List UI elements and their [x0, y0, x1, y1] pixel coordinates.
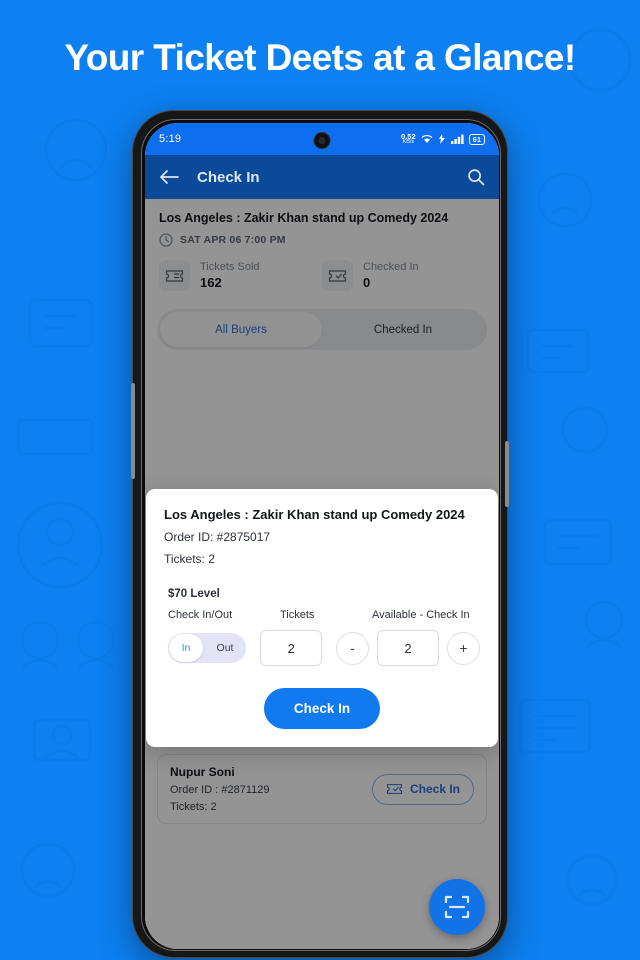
qr-scan-icon [444, 894, 470, 920]
phone-screen: 5:19 0.52 KB/s 61 Check In Los Angeles:… [145, 123, 499, 949]
modal-title: Los Angeles : Zakir Khan stand up Comedy… [164, 507, 465, 522]
mobile-data-icon [438, 134, 446, 144]
stepper-value-input[interactable]: 2 [377, 630, 439, 666]
tab-checked-in[interactable]: Checked In [322, 312, 484, 347]
stat-checked-in: Checked In 0 [322, 260, 485, 291]
power-button[interactable] [505, 441, 509, 507]
column-label-tickets: Tickets [280, 609, 315, 621]
phone-mockup: 5:19 0.52 KB/s 61 Check In Los Angeles:… [131, 110, 509, 958]
column-label-available: Available - Check In [372, 609, 470, 621]
check-in-modal: Los Angeles : Zakir Khan stand up Comedy… [146, 489, 498, 747]
tickets-input[interactable]: 2 [260, 630, 323, 666]
list-item[interactable]: Nupur Soni Order ID : #2871129 Tickets: … [157, 754, 487, 824]
event-stats: Tickets Sold 162 Checked In 0 [159, 260, 485, 291]
modal-controls-row: In Out 2 - 2 + [164, 630, 480, 666]
available-stepper: - 2 + [336, 630, 480, 666]
buyer-tickets: Tickets: 2 [170, 801, 217, 813]
modal-actions: Check In [164, 688, 480, 729]
event-date-text: SAT APR 06 7:00 PM [180, 234, 286, 246]
stat-tickets-sold: Tickets Sold 162 [159, 260, 322, 291]
wifi-icon [421, 134, 433, 144]
network-speed: 0.52 KB/s [401, 133, 416, 145]
arrow-left-icon[interactable] [159, 169, 179, 185]
signal-bars-icon [450, 134, 464, 144]
volume-button[interactable] [131, 383, 135, 479]
stat-label: Checked In [363, 261, 419, 273]
event-title: Los Angeles : Zakir Khan stand up Comedy… [159, 211, 449, 225]
search-icon[interactable] [467, 168, 485, 186]
screen-content: Los Angeles : Zakir Khan stand up Comedy… [145, 199, 499, 949]
modal-tickets: Tickets: 2 [164, 552, 215, 566]
buyer-order-id: Order ID : #2871129 [170, 784, 270, 796]
modal-ticket-level: $70 Level [168, 588, 220, 600]
event-datetime: SAT APR 06 7:00 PM [159, 233, 485, 247]
app-bar: Check In [145, 155, 499, 199]
tab-all-buyers[interactable]: All Buyers [160, 312, 322, 347]
page-headline: Your Ticket Deets at a Glance! [64, 37, 576, 78]
modal-check-in-button[interactable]: Check In [263, 688, 381, 729]
buyer-check-in-label: Check In [409, 782, 460, 796]
page-title: Check In [197, 168, 260, 186]
battery-icon: 61 [468, 133, 485, 145]
clock-icon [159, 233, 173, 247]
qr-scan-fab[interactable] [429, 879, 485, 935]
stepper-decrement-button[interactable]: - [336, 631, 369, 665]
modal-column-headers: Check In/Out Tickets Available - Check I… [164, 609, 480, 621]
ticket-icon [159, 260, 190, 291]
stat-label: Tickets Sold [200, 261, 260, 273]
buyer-tabs: All Buyers Checked In [157, 309, 487, 350]
front-camera [313, 132, 331, 149]
toggle-option-out[interactable]: Out [204, 642, 246, 654]
ticket-check-icon [386, 782, 403, 796]
check-in-out-toggle[interactable]: In Out [168, 633, 246, 663]
event-summary: Los Angeles : Zakir Khan stand up Comedy… [145, 199, 499, 301]
buyer-name: Nupur Soni [170, 765, 235, 779]
stepper-increment-button[interactable]: + [447, 631, 480, 665]
column-label-check-in-out: Check In/Out [168, 609, 233, 621]
stat-value: 162 [200, 275, 222, 290]
modal-order-id: Order ID: #2875017 [164, 530, 271, 544]
toggle-option-in[interactable]: In [168, 642, 204, 654]
status-bar: 5:19 0.52 KB/s 61 [145, 123, 499, 155]
network-speed-unit: KB/s [402, 138, 415, 145]
stat-value: 0 [363, 275, 371, 290]
buyer-check-in-button[interactable]: Check In [371, 773, 474, 805]
ticket-check-icon [322, 260, 353, 291]
status-time: 5:19 [159, 133, 182, 145]
